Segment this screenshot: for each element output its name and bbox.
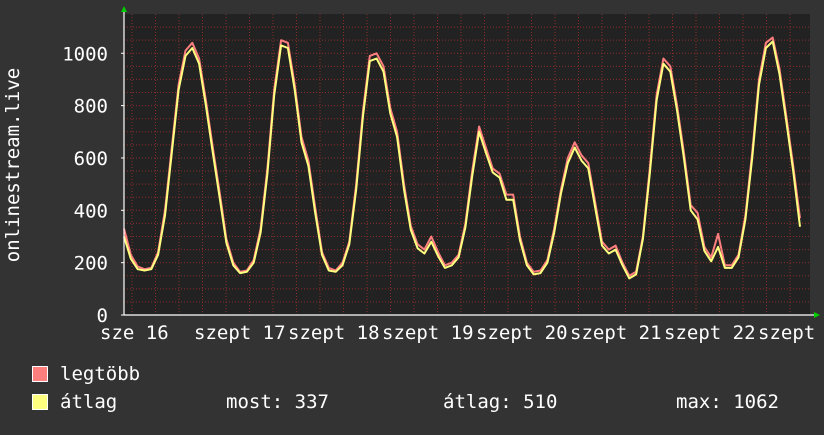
legend-max-label: legtöbb	[60, 363, 141, 385]
x-tick-label: szept 22	[664, 322, 756, 344]
x-tick-label: szept 17	[194, 322, 286, 344]
y-tick-label: 600	[74, 148, 108, 170]
x-tick-label: sze 16	[100, 322, 169, 344]
y-tick-label: 400	[74, 200, 108, 222]
x-tick-label: szept 19	[382, 322, 474, 344]
x-tick-label: szept 23	[758, 322, 824, 344]
legend-avg-swatch	[32, 394, 48, 410]
y-tick-label: 200	[74, 253, 108, 275]
stat-max: max: 1062	[676, 391, 779, 413]
y-tick-label: 800	[74, 96, 108, 118]
x-tick-label: szept 21	[570, 322, 662, 344]
x-tick-label: szept 20	[476, 322, 568, 344]
y-tick-label: 1000	[62, 43, 108, 65]
y-axis-arrow	[121, 6, 127, 12]
legend-avg-label: átlag	[60, 391, 118, 413]
plot-area	[124, 14, 810, 315]
x-tick-label: szept 18	[288, 322, 380, 344]
y-axis-label: onlinestream.live	[2, 68, 24, 262]
x-axis-arrow	[814, 312, 820, 318]
legend-max-swatch	[32, 366, 48, 382]
stat-average: átlag: 510	[443, 391, 558, 413]
stat-current: most: 337	[226, 391, 329, 413]
chart-page: 0 200 400 600 800 1000 sze 16 szept 17 szept 18 s…	[0, 0, 824, 430]
